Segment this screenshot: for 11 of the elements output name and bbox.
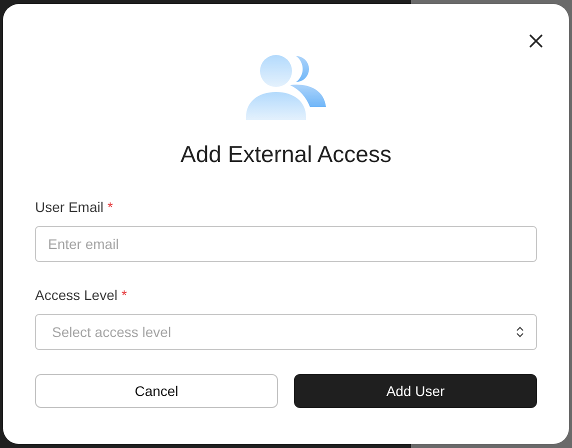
required-mark: * <box>121 287 127 303</box>
close-icon <box>529 34 543 48</box>
dialog-title: Add External Access <box>180 140 392 168</box>
users-icon <box>246 54 326 120</box>
field-label: User Email <box>35 199 104 215</box>
add-user-button[interactable]: Add User <box>294 374 537 408</box>
cancel-button[interactable]: Cancel <box>35 374 278 408</box>
chevron-up-down-icon <box>516 326 524 338</box>
field-label: Access Level <box>35 287 118 303</box>
required-mark: * <box>107 199 113 215</box>
email-field[interactable]: Enter email <box>35 226 537 262</box>
